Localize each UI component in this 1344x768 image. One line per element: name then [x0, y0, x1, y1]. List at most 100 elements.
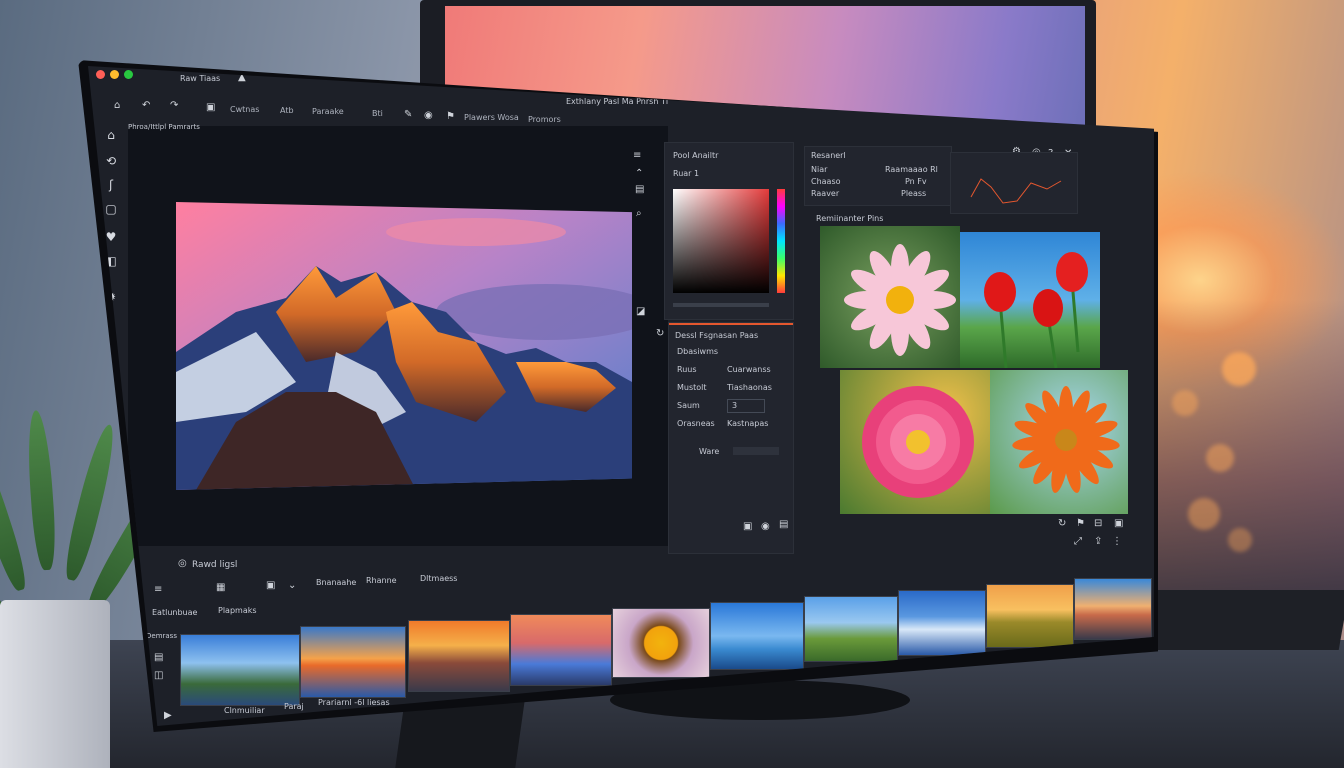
minimize-window-button[interactable] [110, 70, 119, 79]
bottom-tab[interactable]: Rhanne [366, 576, 397, 585]
redo-icon[interactable]: ↷ [170, 100, 178, 111]
document-tab[interactable]: Phroa/Ittlpl Pamrarts [128, 123, 200, 131]
info-value: Pleass [901, 189, 927, 198]
flag-icon[interactable]: ⚑ [446, 111, 455, 122]
pink-dahlia [862, 386, 974, 498]
adjust-row[interactable]: Ruus [677, 365, 697, 374]
menu-item-6[interactable]: Promors [528, 115, 561, 124]
info-row: Raaver [811, 189, 840, 198]
film-icon[interactable]: ▣ [743, 521, 752, 532]
save-icon[interactable]: ▣ [206, 102, 215, 113]
hue-slider[interactable] [777, 189, 785, 293]
menu-item-5[interactable]: Plawers Wosa [464, 113, 519, 122]
crop-tool-icon[interactable]: ▢ [102, 200, 120, 218]
refresh-icon[interactable]: ↻ [1058, 518, 1066, 529]
filmstrip-thumb-river[interactable] [510, 614, 612, 686]
color-gradient-square[interactable] [673, 189, 769, 293]
bottom-tab[interactable]: Dltmaess [420, 574, 457, 583]
expand-icon[interactable]: ⤢ [1074, 536, 1082, 547]
filmstrip-icon[interactable]: ▤ [154, 652, 163, 663]
image-icon[interactable]: ▣ [266, 580, 275, 591]
info-row: Chaaso [811, 177, 841, 186]
filmstrip-thumb-field[interactable] [986, 584, 1074, 648]
adjustments-panel: Dessl Fsgnasan Paas Dbasiwms Ruus Cuarwa… [668, 322, 794, 554]
footer-item[interactable]: Clnmuiliar [224, 706, 265, 715]
filmstrip-thumb-sunflower[interactable] [612, 608, 710, 678]
menu-item-4[interactable]: Bti [372, 109, 383, 118]
more-icon[interactable]: ⋮ [1112, 536, 1122, 547]
chevron-down-icon[interactable]: ⌄ [288, 580, 296, 591]
grid-photo-orange-gerbera[interactable] [990, 370, 1128, 514]
filmstrip-thumb-sunset-sea[interactable] [300, 626, 406, 698]
adjust-row[interactable]: Dbasiwms [677, 347, 718, 356]
opacity-slider[interactable] [673, 303, 769, 307]
search-icon[interactable]: ⌕ [636, 208, 642, 219]
footer-item[interactable]: Prariarnl -6l liesas [318, 698, 390, 707]
list-icon[interactable]: ≡ [154, 584, 162, 595]
adjust-row[interactable]: Orasneas [677, 419, 715, 428]
red-tulips [984, 252, 1088, 368]
share-icon[interactable]: ⇪ [1094, 536, 1102, 547]
close-window-button[interactable] [96, 70, 105, 79]
maximize-window-button[interactable] [124, 70, 133, 79]
brush-icon[interactable]: ✎ [404, 109, 412, 120]
move-tool-icon[interactable]: ⌂ [102, 126, 120, 144]
color-panel-subtitle: Ruar 1 [673, 169, 700, 178]
image-icon[interactable]: ▤ [635, 184, 644, 195]
grid-icon[interactable]: ▦ [216, 582, 225, 593]
filmstrip-thumb-dusk[interactable] [1074, 578, 1152, 640]
side-label: Demrass [146, 632, 177, 640]
filmstrip-thumb-waves[interactable] [898, 590, 986, 656]
brush-tool-icon[interactable]: ʃ [102, 176, 120, 194]
bookmark-icon[interactable]: ⚑ [1076, 518, 1085, 529]
collapse-icon[interactable]: ≡ [633, 150, 641, 161]
adjust-row[interactable]: Mustolt [677, 383, 707, 392]
adjust-value-field[interactable]: 3 [727, 399, 765, 413]
grid-photo-red-tulips[interactable] [960, 232, 1100, 368]
grid-photo-pink-dahlia[interactable] [840, 370, 990, 514]
adjust-option[interactable]: Cuarwanss [727, 365, 771, 374]
pink-daisy [844, 244, 956, 356]
main-canvas-image[interactable] [176, 202, 632, 490]
export-icon[interactable]: ▤ [779, 519, 788, 530]
bokeh-light [1228, 528, 1252, 552]
filter-value[interactable]: Plapmaks [218, 606, 257, 615]
play-icon[interactable]: ▶ [164, 710, 172, 721]
info-value: Raamaaao Rl [885, 165, 938, 174]
photo-editor-window: Raw Tiaas ▲ Exthlany Pasl Ma Pnrsh Tl ⌂ … [88, 66, 1154, 726]
accent-bar [669, 323, 793, 325]
menu-item-2[interactable]: Atb [280, 106, 294, 115]
bokeh-light [1222, 352, 1256, 386]
crop-icon[interactable]: ◪ [636, 306, 645, 317]
menu-item-1[interactable]: Cwtnas [230, 105, 259, 114]
filter-label[interactable]: Eatlunbuae [152, 608, 197, 617]
home-icon[interactable]: ⌂ [114, 100, 120, 111]
adjust-row[interactable]: Ware [699, 447, 719, 456]
info-value: Pn Fv [905, 177, 927, 186]
camera-icon[interactable]: ◉ [761, 521, 770, 532]
crop-icon[interactable]: ◫ [154, 670, 163, 681]
adjust-slider[interactable] [733, 447, 779, 455]
menu-item-3[interactable]: Paraake [312, 107, 344, 116]
undo-icon[interactable]: ↶ [142, 100, 150, 111]
footer-item[interactable]: Paraj [284, 702, 304, 711]
filmstrip-thumb-hills[interactable] [804, 596, 898, 662]
lasso-tool-icon[interactable]: ⟲ [102, 152, 120, 170]
plant-pot [0, 600, 110, 768]
image-icon[interactable]: ▣ [1114, 518, 1123, 529]
filmstrip-thumb-lake[interactable] [180, 634, 300, 706]
camera-icon[interactable]: ◉ [424, 110, 433, 121]
bottom-tab[interactable]: Bnanaahe [316, 578, 356, 587]
info-row: Niar [811, 165, 828, 174]
info-panel-title: Resanerl [811, 151, 846, 160]
chevron-up-icon[interactable]: ⌃ [635, 168, 643, 179]
adjust-row[interactable]: Saum [677, 401, 700, 410]
lock-icon[interactable]: ⊟ [1094, 518, 1102, 529]
adjust-option[interactable]: Kastnapas [727, 419, 768, 428]
filmstrip-thumb-coast[interactable] [408, 620, 510, 692]
orange-gerbera [1012, 386, 1120, 493]
grid-photo-pink-daisy[interactable] [820, 226, 960, 368]
adjust-option[interactable]: Tiashaonas [727, 383, 772, 392]
filmstrip-thumb-ocean[interactable] [710, 602, 804, 670]
refresh-icon[interactable]: ↻ [656, 328, 664, 339]
